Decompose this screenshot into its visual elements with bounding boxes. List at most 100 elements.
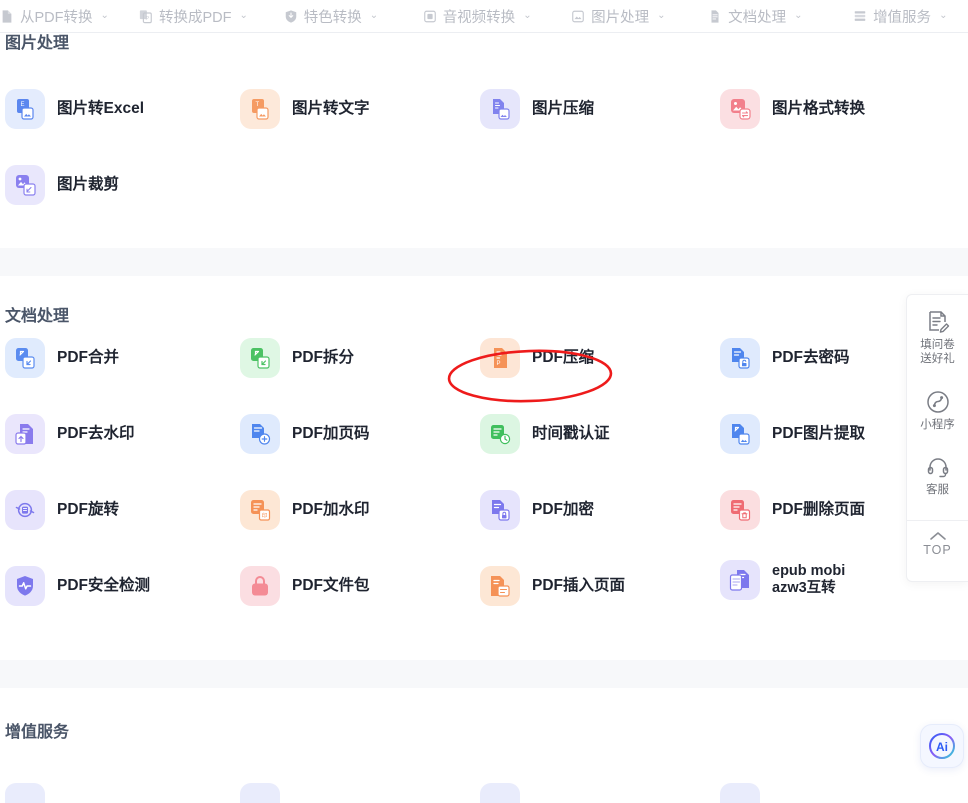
tool-pdf-remove-password[interactable]: PDF去密码 (720, 338, 850, 378)
pdf-page-number-icon (240, 414, 280, 454)
pdf-rotate-icon (5, 490, 45, 530)
top-navigation-bar: 从PDF转换 ⌄ P 转换成PDF ⌄ 特色转换 ⌄ 音视频转换 ⌄ 图片处理 … (0, 0, 968, 33)
tool-image-compress[interactable]: 图片压缩 (480, 89, 594, 129)
chevron-down-icon: ⌄ (100, 10, 109, 21)
svg-text:T: T (256, 102, 260, 108)
chevron-down-icon: ⌄ (657, 10, 666, 21)
ai-assistant-icon: Ai (929, 733, 955, 759)
chevron-down-icon: ⌄ (794, 10, 803, 21)
tool-image-crop[interactable]: 图片裁剪 (5, 165, 119, 205)
pdf-merge-icon (5, 338, 45, 378)
pdf-watermark-icon: 印 (240, 490, 280, 530)
tool-label: 图片格式转换 (772, 100, 866, 118)
tool-pdf-security-scan[interactable]: PDF安全检测 (5, 566, 150, 606)
nav-item-label: 音视频转换 (442, 9, 516, 26)
tool-label: 图片转Excel (57, 100, 145, 118)
svg-text:印: 印 (262, 512, 268, 519)
tool-icon-partial-2[interactable] (240, 783, 280, 803)
pdf-unlock-icon (720, 338, 760, 378)
tool-pdf-add-watermark[interactable]: 印 PDF加水印 (240, 490, 370, 530)
chevron-down-icon: ⌄ (239, 10, 248, 21)
tool-icon-partial-3[interactable] (480, 783, 520, 803)
image-icon (572, 10, 584, 22)
nav-item-special-convert[interactable]: 特色转换 ⌄ (282, 6, 397, 27)
pdf-extract-image-icon (720, 414, 760, 454)
side-item-label: 小程序 (920, 418, 955, 431)
tool-pdf-remove-watermark[interactable]: PDF去水印 (5, 414, 135, 454)
section-value-added-services: 增值服务 (0, 688, 968, 803)
tool-pdf-package[interactable]: PDF文件包 (240, 566, 370, 606)
file-pdf-icon (2, 9, 12, 23)
image-to-excel-icon: E (5, 89, 45, 129)
back-to-top-icon (929, 531, 946, 540)
image-to-text-icon: T (240, 89, 280, 129)
miniprogram-icon (926, 391, 949, 413)
file-convert-icon: P (139, 9, 152, 23)
tool-pdf-compress[interactable]: P PDF压缩 (480, 338, 594, 378)
tool-pdf-merge[interactable]: PDF合并 (5, 338, 119, 378)
tool-pdf-add-page-number[interactable]: PDF加页码 (240, 414, 370, 454)
tool-pdf-rotate[interactable]: PDF旋转 (5, 490, 119, 530)
pdf-split-icon (240, 338, 280, 378)
nav-item-document-processing[interactable]: 文档处理 ⌄ (706, 6, 821, 27)
side-item-customer-service[interactable]: 客服 (907, 454, 968, 497)
side-item-back-to-top[interactable]: TOP (907, 519, 968, 559)
media-icon (423, 10, 436, 22)
section-title-value-added-services: 增值服务 (5, 724, 70, 741)
nav-item-label: 转换成PDF (158, 9, 232, 26)
nav-item-label: 图片处理 (591, 9, 650, 26)
pdf-compress-icon: P (480, 338, 520, 378)
nav-item-value-added-services[interactable]: 增值服务 ⌄ (851, 6, 968, 27)
nav-item-media-convert[interactable]: 音视频转换 ⌄ (421, 6, 557, 27)
tool-pdf-extract-image[interactable]: PDF图片提取 (720, 414, 865, 454)
tool-label: PDF加密 (532, 501, 595, 519)
pdf-security-scan-icon (5, 566, 45, 606)
tool-label: PDF去密码 (772, 349, 850, 367)
page-content: 图片处理 E 图片转Excel T 图片转文字 图片压缩 图片格式转换 图片裁剪… (0, 33, 968, 803)
side-item-label: 填问卷 送好礼 (920, 339, 955, 366)
ai-button-label: Ai (936, 740, 948, 754)
section-document-processing: 文档处理 PDF合并 PDF拆分 P PDF压缩 PDF去密码 PDF去水印 P… (0, 276, 968, 660)
tool-label: PDF拆分 (292, 349, 355, 367)
document-icon (711, 9, 719, 23)
chevron-down-icon: ⌄ (523, 10, 532, 21)
side-item-survey[interactable]: 填问卷 送好礼 (907, 309, 968, 367)
pdf-delete-page-icon (720, 490, 760, 530)
tool-label: 图片转文字 (292, 100, 370, 118)
svg-text:P: P (497, 361, 501, 367)
pdf-insert-page-icon (480, 566, 520, 606)
tool-pdf-insert-page[interactable]: PDF插入页面 (480, 566, 625, 606)
pdf-package-icon (240, 566, 280, 606)
tool-icon-partial-1[interactable] (5, 783, 45, 803)
section-title-image-processing: 图片处理 (5, 35, 70, 52)
image-crop-icon (5, 165, 45, 205)
pdf-remove-mark-icon (5, 414, 45, 454)
nav-item-convert-to-pdf[interactable]: P 转换成PDF ⌄ (137, 6, 262, 27)
tool-pdf-delete-page[interactable]: PDF删除页面 (720, 490, 865, 530)
nav-item-convert-from-pdf[interactable]: 从PDF转换 ⌄ (0, 6, 113, 27)
tool-pdf-split[interactable]: PDF拆分 (240, 338, 354, 378)
section-title-document-processing: 文档处理 (5, 308, 70, 325)
tool-label: PDF图片提取 (772, 425, 866, 443)
tool-pdf-encrypt[interactable]: PDF加密 (480, 490, 594, 530)
tool-label: PDF文件包 (292, 577, 370, 595)
tool-image-to-text[interactable]: T 图片转文字 (240, 89, 370, 129)
floating-side-widget: 填问卷 送好礼 小程序 客服 TOP (906, 294, 968, 582)
tool-icon-partial-4[interactable] (720, 783, 760, 803)
svg-text:E: E (21, 102, 25, 108)
nav-item-image-processing[interactable]: 图片处理 ⌄ (569, 6, 684, 27)
tool-label: 图片裁剪 (57, 176, 120, 194)
nav-item-label: 增值服务 (873, 9, 932, 26)
tool-ebook-convert[interactable]: epub mobi azw3互转 (720, 560, 845, 600)
tool-image-format-convert[interactable]: 图片格式转换 (720, 89, 865, 129)
ai-assistant-button[interactable]: Ai (920, 724, 964, 768)
list-icon (854, 10, 866, 21)
tool-label: PDF加页码 (292, 425, 370, 443)
tool-image-to-excel[interactable]: E 图片转Excel (5, 89, 144, 129)
tool-label: PDF安全检测 (57, 577, 151, 595)
section-divider-2 (0, 660, 968, 688)
side-item-miniprogram[interactable]: 小程序 (907, 389, 968, 432)
tool-timestamp-certification[interactable]: 时间戳认证 (480, 414, 610, 454)
side-item-label: 客服 (926, 484, 949, 497)
nav-item-label: 文档处理 (728, 9, 787, 26)
